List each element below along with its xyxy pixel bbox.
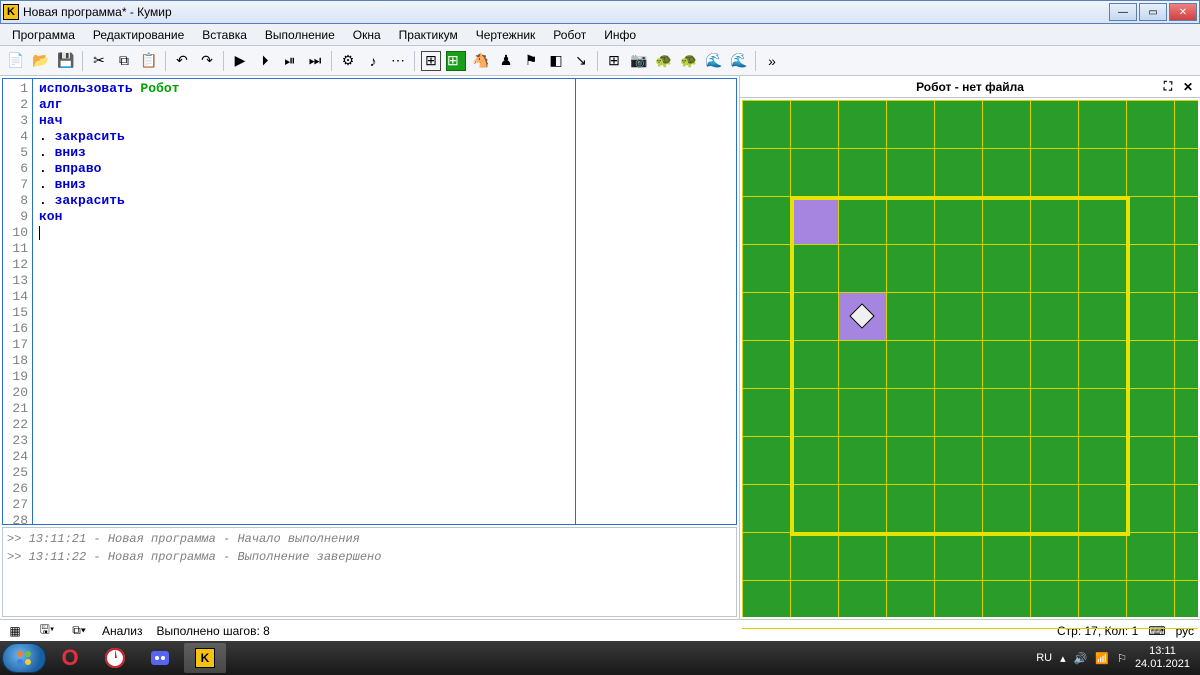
menu-редактирование[interactable]: Редактирование	[85, 26, 192, 44]
music-icon[interactable]: ♪	[361, 49, 385, 73]
console-line: >> 13:11:22 - Новая программа - Выполнен…	[7, 550, 732, 564]
more-icon[interactable]: »	[760, 49, 784, 73]
code-line[interactable]: . вниз	[39, 177, 730, 193]
title-bar: K Новая программа* - Кумир — ▭ ✕	[0, 0, 1200, 24]
camera-icon[interactable]: 📷	[627, 49, 651, 73]
code-line[interactable]: кон	[39, 209, 730, 225]
minimize-button[interactable]: —	[1109, 3, 1137, 21]
menu-практикум[interactable]: Практикум	[391, 26, 466, 44]
tray-clock[interactable]: 13:11 24.01.2021	[1135, 645, 1190, 671]
tray-up-icon[interactable]: ▴	[1060, 652, 1066, 665]
code-line[interactable]: использовать Робот	[39, 81, 730, 97]
turtle2-icon[interactable]: 🐢	[677, 49, 701, 73]
menu-инфо[interactable]: Инфо	[596, 26, 644, 44]
pawn-icon[interactable]: ♟	[494, 49, 518, 73]
run-button[interactable]: ▶	[228, 49, 252, 73]
menu-вставка[interactable]: Вставка	[194, 26, 255, 44]
taskbar: O K RU ▴ 🔊 📶 ⚐ 13:11 24.01.2021	[0, 641, 1200, 675]
menu-робот[interactable]: Робот	[545, 26, 594, 44]
menu-bar: ПрограммаРедактированиеВставкаВыполнение…	[0, 24, 1200, 46]
turtle1-icon[interactable]: 🐢	[652, 49, 676, 73]
grid-green-icon[interactable]: ⊞	[444, 49, 468, 73]
code-editor[interactable]: 1234567891011121314151617181920212223242…	[2, 78, 737, 525]
status-analysis[interactable]: Анализ	[102, 624, 143, 638]
line-gutter: 1234567891011121314151617181920212223242…	[3, 79, 33, 524]
undo-button[interactable]: ↶	[170, 49, 194, 73]
status-lang-icon[interactable]: ⌨	[1148, 624, 1165, 638]
maximize-button[interactable]: ▭	[1139, 3, 1167, 21]
window-title: Новая программа* - Кумир	[23, 5, 1109, 19]
code-line[interactable]: . вниз	[39, 145, 730, 161]
save-button[interactable]: 💾	[54, 49, 78, 73]
taskbar-discord-icon[interactable]	[139, 643, 181, 673]
code-line[interactable]: . закрасить	[39, 193, 730, 209]
wall-left	[790, 196, 794, 536]
copy-button[interactable]: ⧉	[112, 49, 136, 73]
code-line[interactable]: . закрасить	[39, 129, 730, 145]
code-line[interactable]: . вправо	[39, 161, 730, 177]
arrow-icon[interactable]: ↘	[569, 49, 593, 73]
tray-flag-icon[interactable]: ⚐	[1117, 652, 1127, 665]
console-line: >> 13:11:21 - Новая программа - Начало в…	[7, 532, 732, 546]
wall-bottom	[790, 532, 1130, 536]
grid1-icon[interactable]: ⊞	[419, 49, 443, 73]
app-icon: K	[3, 4, 19, 20]
step-over-button[interactable]: ⏭	[303, 49, 327, 73]
tool-icon[interactable]: ⚙	[336, 49, 360, 73]
status-copy-icon[interactable]: ⧉▾	[70, 623, 88, 639]
new-file-button[interactable]: 📄	[4, 49, 28, 73]
run-fast-button[interactable]: ⏵	[253, 49, 277, 73]
code-area[interactable]: использовать Роботалгнач. закрасить. вни…	[33, 79, 736, 524]
toolbar: 📄 📂 💾 ✂ ⧉ 📋 ↶ ↷ ▶ ⏵ ⏯ ⏭ ⚙ ♪ ⋯ ⊞ ⊞ 🐴 ♟ ⚑ …	[0, 46, 1200, 76]
dots-icon[interactable]: ⋯	[386, 49, 410, 73]
paste-button[interactable]: 📋	[137, 49, 161, 73]
water1-icon[interactable]: 🌊	[702, 49, 726, 73]
status-bar: ▦ 🖫▾ ⧉▾ Анализ Выполнено шагов: 8 Стр: 1…	[0, 619, 1200, 641]
status-lang[interactable]: рус	[1176, 624, 1194, 638]
status-cursor-pos: Стр: 17, Кол: 1	[1057, 624, 1138, 638]
water2-icon[interactable]: 🌊	[727, 49, 751, 73]
menu-окна[interactable]: Окна	[345, 26, 389, 44]
close-button[interactable]: ✕	[1169, 3, 1197, 21]
status-steps: Выполнено шагов: 8	[157, 624, 270, 638]
panel-close-button[interactable]: ✕	[1180, 79, 1196, 95]
menu-программа[interactable]: Программа	[4, 26, 83, 44]
code-line[interactable]: нач	[39, 113, 730, 129]
code-line[interactable]	[39, 225, 730, 241]
taskbar-opera-icon[interactable]: O	[49, 643, 91, 673]
chart-icon[interactable]: ◧	[544, 49, 568, 73]
step-button[interactable]: ⏯	[278, 49, 302, 73]
wall-right	[1126, 196, 1130, 536]
grid2-icon[interactable]: ⊞	[602, 49, 626, 73]
status-icon-1[interactable]: ▦	[6, 623, 24, 639]
robot-panel-header: Робот - нет файла ⛶ ✕	[740, 76, 1200, 98]
cut-button[interactable]: ✂	[87, 49, 111, 73]
menu-выполнение[interactable]: Выполнение	[257, 26, 343, 44]
open-file-button[interactable]: 📂	[29, 49, 53, 73]
console-output[interactable]: >> 13:11:21 - Новая программа - Начало в…	[2, 527, 737, 617]
tray-lang[interactable]: RU	[1036, 652, 1052, 664]
redo-button[interactable]: ↷	[195, 49, 219, 73]
status-save-icon[interactable]: 🖫▾	[38, 623, 56, 639]
panel-max-button[interactable]: ⛶	[1160, 79, 1176, 95]
robot-title: Робот - нет файла	[916, 80, 1024, 94]
taskbar-kumir-icon[interactable]: K	[184, 643, 226, 673]
tray-net-icon[interactable]: 📶	[1095, 652, 1109, 665]
code-line[interactable]: алг	[39, 97, 730, 113]
wall-top	[790, 196, 1130, 200]
menu-чертежник[interactable]: Чертежник	[468, 26, 544, 44]
flag-icon[interactable]: ⚑	[519, 49, 543, 73]
start-button[interactable]	[2, 643, 46, 673]
robot-field[interactable]	[742, 100, 1198, 617]
painted-cell	[791, 197, 838, 244]
horse-icon[interactable]: 🐴	[469, 49, 493, 73]
tray-sound-icon[interactable]: 🔊	[1074, 652, 1088, 665]
taskbar-app2-icon[interactable]	[94, 643, 136, 673]
